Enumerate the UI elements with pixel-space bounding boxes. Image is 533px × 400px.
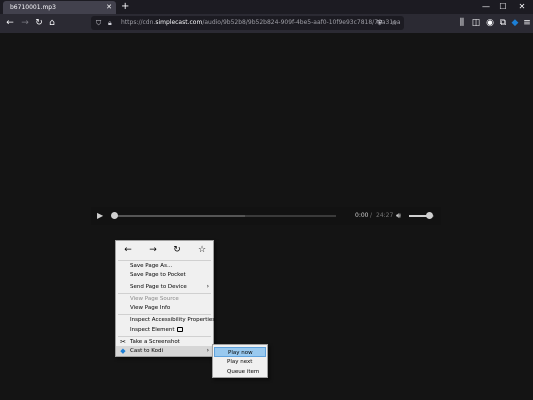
submenu-item-play-next[interactable]: Play next: [214, 357, 266, 367]
back-arrow-icon[interactable]: ←: [4, 17, 16, 29]
reload-icon[interactable]: ↻: [33, 17, 45, 29]
minimize-icon[interactable]: —: [480, 1, 492, 12]
forward-arrow-icon[interactable]: →: [19, 17, 31, 29]
tab-strip: b6710001.mp3 ✕ + — ☐ ✕: [0, 0, 533, 14]
tab-active[interactable]: b6710001.mp3 ✕: [3, 1, 116, 14]
library-icon[interactable]: ⫼: [456, 17, 468, 29]
volume-thumb[interactable]: [426, 212, 433, 219]
bookmark-star-icon[interactable]: ☆: [195, 244, 209, 257]
screenshot-icon: ✂: [120, 338, 126, 346]
reload-icon[interactable]: ↻: [170, 244, 184, 257]
window-close-icon[interactable]: ✕: [516, 1, 528, 12]
menu-icon[interactable]: ≡: [521, 17, 533, 29]
back-arrow-icon[interactable]: ←: [121, 244, 135, 257]
sidebar-icon[interactable]: ◫: [470, 17, 482, 29]
context-menu: ← → ↻ ☆ Save Page As… Save Page to Pocke…: [115, 240, 215, 357]
scrubber-track[interactable]: [114, 215, 336, 217]
extensions-icon[interactable]: ⧉: [497, 17, 509, 29]
time-separator: /: [370, 212, 373, 219]
pocket-icon[interactable]: ⛨: [377, 17, 382, 29]
navigation-toolbar: ← → ↻ ⌂ ⛉ 🔒︎ https://cdn.simplecast.com/…: [0, 14, 533, 33]
current-time: 0:00: [355, 212, 369, 219]
url-text[interactable]: https://cdn.simplecast.com/audio/9b52b8/…: [121, 19, 401, 26]
audio-player: ▶ 0:00 / 24:27 🔊︎: [91, 207, 441, 225]
menu-item-send-to-device[interactable]: Send Page to Device ›: [116, 282, 213, 292]
kodi-icon[interactable]: ◆: [509, 17, 521, 29]
tracking-shield-icon[interactable]: ⛉: [96, 17, 101, 29]
kodi-icon: ◆: [120, 347, 126, 355]
inspector-icon: [176, 327, 183, 332]
play-icon[interactable]: ▶: [97, 210, 103, 222]
volume-icon[interactable]: 🔊︎: [396, 210, 401, 222]
account-icon[interactable]: ◉: [484, 17, 496, 29]
url-bar[interactable]: ⛉ 🔒︎ https://cdn.simplecast.com/audio/9b…: [91, 16, 404, 30]
scrubber-thumb[interactable]: [111, 212, 118, 219]
forward-arrow-icon[interactable]: →: [146, 244, 160, 257]
menu-item-cast-to-kodi[interactable]: ◆ Cast to Kodi ›: [116, 346, 213, 356]
close-icon[interactable]: ✕: [106, 3, 112, 11]
chevron-right-icon: ›: [206, 347, 209, 354]
menu-item-inspect-element[interactable]: Inspect Element: [116, 325, 213, 335]
tab-title: b6710001.mp3: [10, 4, 56, 11]
plus-icon[interactable]: +: [121, 1, 129, 12]
home-icon[interactable]: ⌂: [46, 17, 58, 29]
lock-icon[interactable]: 🔒︎: [108, 17, 112, 29]
menu-item-inspect-accessibility[interactable]: Inspect Accessibility Properties: [116, 315, 215, 325]
context-nav-row: ← → ↻ ☆: [116, 243, 213, 258]
submenu-item-queue-item[interactable]: Queue item: [214, 367, 266, 377]
scrubber-buffered: [114, 215, 245, 217]
chevron-right-icon: ›: [206, 283, 209, 290]
duration: 24:27: [376, 212, 394, 219]
kodi-submenu: Play now Play next Queue item: [212, 344, 268, 378]
bookmark-star-icon[interactable]: ☆: [391, 17, 397, 29]
menu-item-save-to-pocket[interactable]: Save Page to Pocket: [116, 270, 213, 280]
maximize-icon[interactable]: ☐: [497, 1, 509, 12]
submenu-item-play-now[interactable]: Play now: [214, 347, 266, 357]
menu-item-view-page-info[interactable]: View Page Info: [116, 303, 213, 313]
